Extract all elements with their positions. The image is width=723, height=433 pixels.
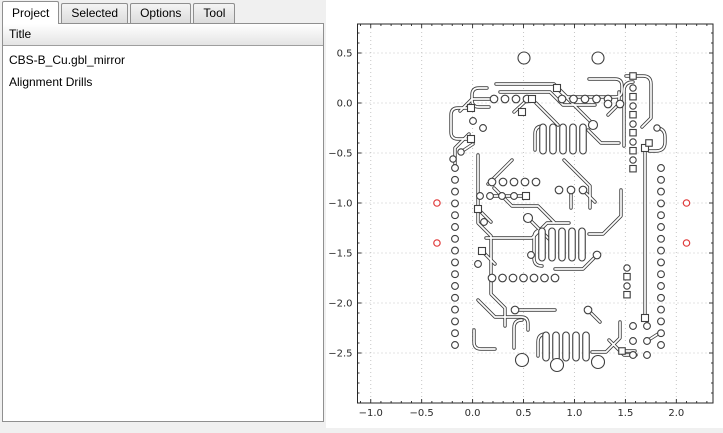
tab-tool[interactable]: Tool	[193, 3, 235, 23]
svg-text:2.0: 2.0	[668, 408, 684, 419]
plot-canvas[interactable]: −1.0 −0.5 0.0 0.5 1.0 1.5 2.0 0.5 0.0 −0.5 −1.0 −1.…	[326, 0, 723, 428]
list-header-title[interactable]: Title	[3, 24, 323, 46]
svg-text:−0.5: −0.5	[328, 149, 352, 160]
svg-text:−1.0: −1.0	[328, 199, 352, 210]
tab-options[interactable]: Options	[130, 3, 191, 23]
svg-text:−2.5: −2.5	[328, 349, 352, 360]
svg-text:1.0: 1.0	[567, 408, 583, 419]
project-panel: Title CBS-B_Cu.gbl_mirror Alignment Dril…	[2, 23, 324, 422]
svg-text:−0.5: −0.5	[410, 408, 434, 419]
project-item-list: CBS-B_Cu.gbl_mirror Alignment Drills	[3, 46, 323, 93]
svg-text:0.0: 0.0	[465, 408, 481, 419]
tab-selected[interactable]: Selected	[61, 3, 128, 23]
list-item-gerber[interactable]: CBS-B_Cu.gbl_mirror	[3, 49, 323, 71]
svg-text:−1.0: −1.0	[359, 408, 383, 419]
svg-text:0.0: 0.0	[337, 99, 353, 110]
svg-text:0.5: 0.5	[516, 408, 532, 419]
tab-bar: Project Selected Options Tool	[2, 0, 237, 23]
list-item-drills[interactable]: Alignment Drills	[3, 71, 323, 93]
pcb-plot[interactable]: −1.0 −0.5 0.0 0.5 1.0 1.5 2.0 0.5 0.0 −0.5 −1.0 −1.…	[326, 0, 723, 428]
tab-project[interactable]: Project	[2, 1, 59, 24]
svg-text:1.5: 1.5	[617, 408, 633, 419]
svg-text:−2.0: −2.0	[328, 299, 352, 310]
svg-text:−1.5: −1.5	[328, 249, 352, 260]
svg-text:0.5: 0.5	[337, 49, 353, 60]
